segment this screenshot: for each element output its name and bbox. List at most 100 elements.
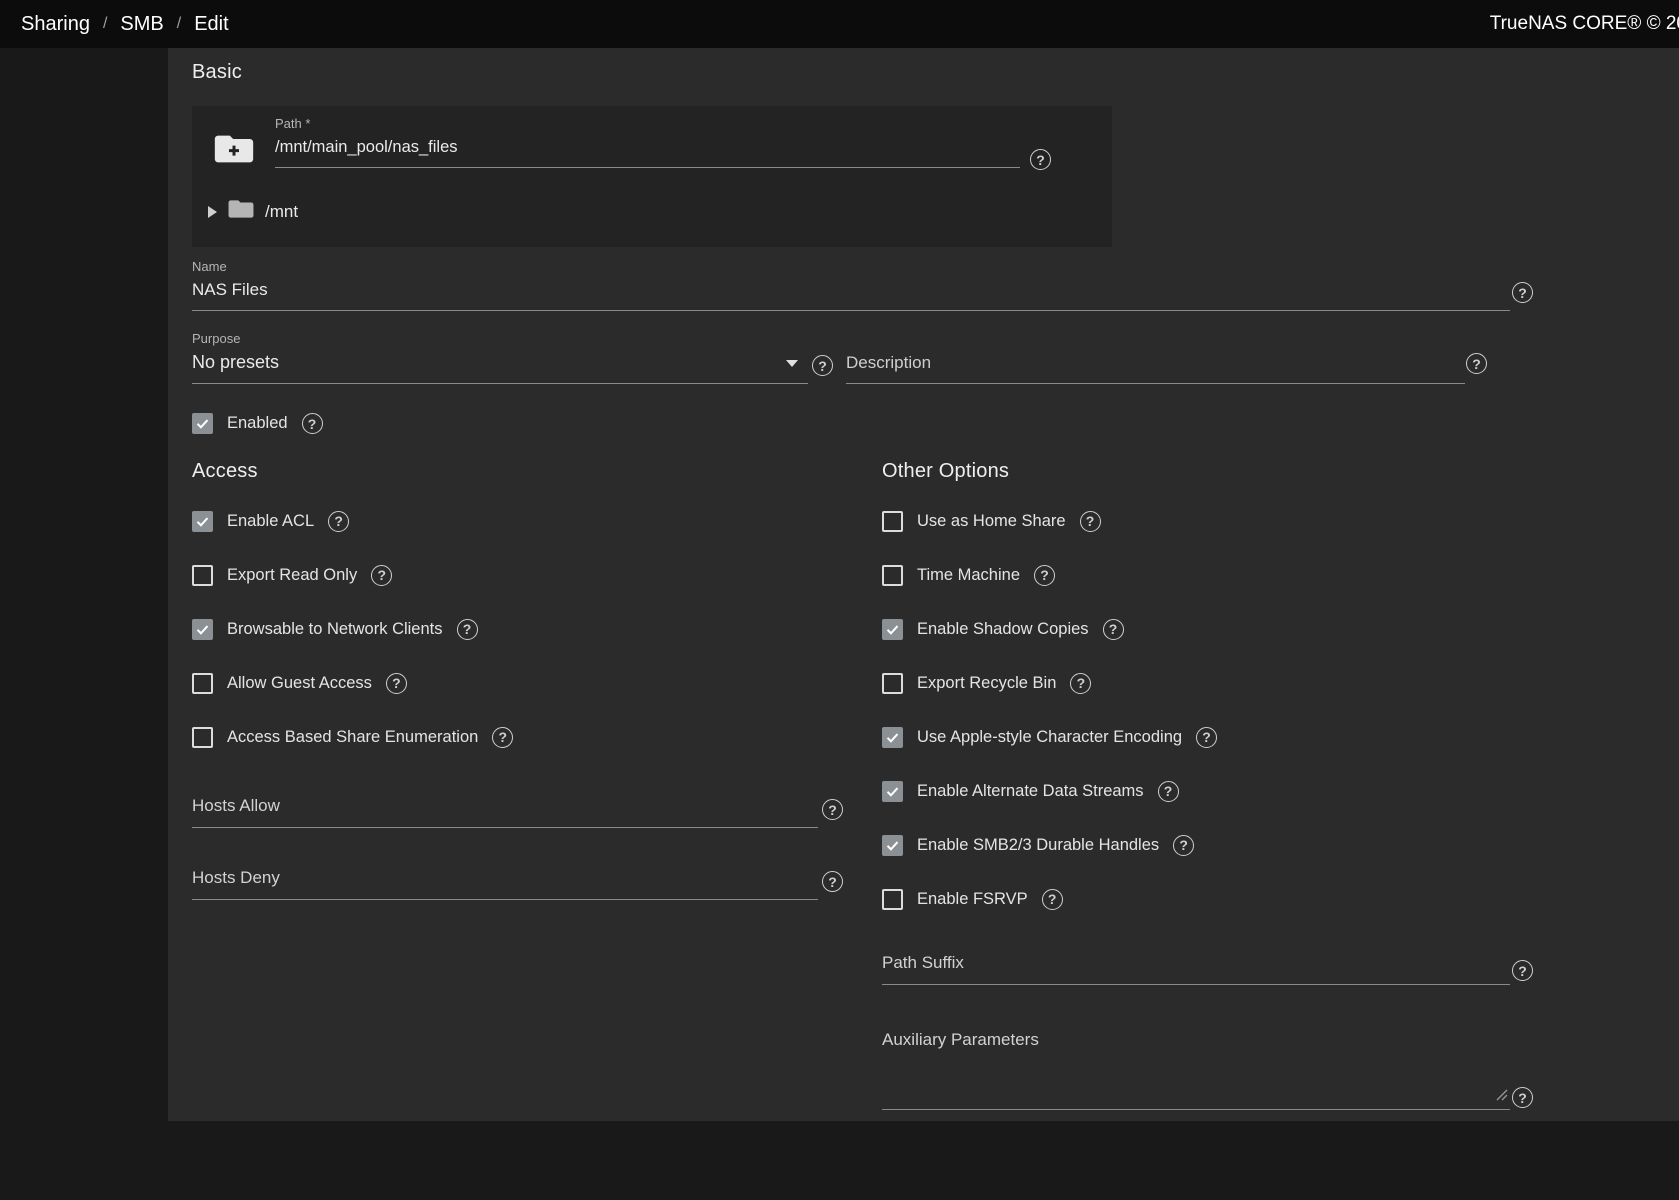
checkbox[interactable] (192, 619, 213, 640)
checkbox-row[interactable]: Export Recycle Bin? (882, 672, 1217, 694)
help-icon[interactable]: ? (812, 355, 833, 376)
path-value: /mnt/main_pool/nas_files (275, 138, 1020, 157)
checkbox-row[interactable]: Allow Guest Access? (192, 672, 513, 694)
checkbox-label: Use Apple-style Character Encoding (917, 728, 1182, 747)
checkbox-row[interactable]: Use Apple-style Character Encoding? (882, 726, 1217, 748)
enabled-checkbox[interactable] (192, 413, 213, 434)
aux-params-textarea[interactable] (882, 1060, 1510, 1110)
enabled-row[interactable]: Enabled ? (192, 413, 323, 434)
checkbox-row[interactable]: Export Read Only? (192, 564, 513, 586)
access-checkbox-list: Enable ACL?Export Read Only?Browsable to… (192, 510, 513, 780)
checkbox-label: Enable SMB2/3 Durable Handles (917, 836, 1159, 855)
help-icon[interactable]: ? (328, 511, 349, 532)
hosts-deny-label: Hosts Deny (192, 868, 818, 888)
checkbox-row[interactable]: Time Machine? (882, 564, 1217, 586)
help-icon[interactable]: ? (822, 871, 843, 892)
name-field[interactable]: Name NAS Files (192, 259, 1510, 311)
brand-text: TrueNAS CORE® © 20 (1490, 0, 1679, 48)
breadcrumb: Sharing / SMB / Edit (21, 0, 229, 48)
checkbox-row[interactable]: Enable Shadow Copies? (882, 618, 1217, 640)
tree-node-label: /mnt (265, 202, 298, 222)
help-icon[interactable]: ? (822, 799, 843, 820)
breadcrumb-separator: / (177, 15, 181, 33)
breadcrumb-sharing[interactable]: Sharing (21, 13, 90, 36)
checkbox-label: Time Machine (917, 566, 1020, 585)
checkbox-row[interactable]: Enable ACL? (192, 510, 513, 532)
path-panel: Path * /mnt/main_pool/nas_files ? /mnt (192, 106, 1112, 247)
section-title-other-options: Other Options (882, 460, 1009, 483)
help-icon[interactable]: ? (1158, 781, 1179, 802)
help-icon[interactable]: ? (386, 673, 407, 694)
section-title-access: Access (192, 460, 258, 483)
checkbox[interactable] (192, 673, 213, 694)
path-field[interactable]: Path * /mnt/main_pool/nas_files (275, 116, 1020, 168)
path-suffix-label: Path Suffix (882, 953, 1510, 973)
help-icon[interactable]: ? (1070, 673, 1091, 694)
checkbox-row[interactable]: Enable Alternate Data Streams? (882, 780, 1217, 802)
checkbox[interactable] (882, 673, 903, 694)
name-value: NAS Files (192, 280, 1510, 300)
checkbox-row[interactable]: Browsable to Network Clients? (192, 618, 513, 640)
checkbox[interactable] (882, 835, 903, 856)
checkbox-label: Enable ACL (227, 512, 314, 531)
tree-node-mnt[interactable]: /mnt (208, 198, 298, 225)
help-icon[interactable]: ? (1512, 1087, 1533, 1108)
checkbox[interactable] (882, 565, 903, 586)
checkbox-row[interactable]: Enable FSRVP? (882, 888, 1217, 910)
path-suffix-field[interactable]: Path Suffix (882, 953, 1510, 985)
help-icon[interactable]: ? (1512, 282, 1533, 303)
help-icon[interactable]: ? (1196, 727, 1217, 748)
help-icon[interactable]: ? (1103, 619, 1124, 640)
top-bar: Sharing / SMB / Edit TrueNAS CORE® © 20 (0, 0, 1679, 48)
checkbox[interactable] (192, 511, 213, 532)
add-folder-icon (214, 132, 254, 171)
chevron-down-icon (786, 360, 798, 367)
checkbox-label: Enable Shadow Copies (917, 620, 1089, 639)
help-icon[interactable]: ? (457, 619, 478, 640)
description-field[interactable]: Description (846, 331, 1465, 384)
resize-handle-icon[interactable] (1496, 1088, 1508, 1106)
checkbox-label: Use as Home Share (917, 512, 1066, 531)
enabled-label: Enabled (227, 414, 288, 433)
checkbox-label: Export Read Only (227, 566, 357, 585)
breadcrumb-smb[interactable]: SMB (120, 13, 163, 36)
checkbox-label: Enable FSRVP (917, 890, 1028, 909)
help-icon[interactable]: ? (302, 413, 323, 434)
folder-icon (228, 198, 254, 225)
help-icon[interactable]: ? (1466, 353, 1487, 374)
hosts-allow-field[interactable]: Hosts Allow (192, 796, 818, 828)
checkbox[interactable] (882, 619, 903, 640)
help-icon[interactable]: ? (1030, 149, 1051, 170)
checkbox[interactable] (192, 565, 213, 586)
help-icon[interactable]: ? (1034, 565, 1055, 586)
purpose-value: No presets (192, 352, 808, 373)
other-options-checkbox-list: Use as Home Share?Time Machine?Enable Sh… (882, 510, 1217, 942)
path-label: Path * (275, 116, 1020, 131)
description-placeholder: Description (846, 353, 1465, 373)
help-icon[interactable]: ? (1080, 511, 1101, 532)
checkbox[interactable] (192, 727, 213, 748)
checkbox[interactable] (882, 781, 903, 802)
purpose-select[interactable]: Purpose No presets (192, 331, 808, 384)
help-icon[interactable]: ? (1173, 835, 1194, 856)
section-title-basic: Basic (192, 61, 242, 84)
checkbox-label: Browsable to Network Clients (227, 620, 443, 639)
breadcrumb-separator: / (103, 15, 107, 33)
expander-icon[interactable] (208, 206, 217, 218)
help-icon[interactable]: ? (371, 565, 392, 586)
checkbox[interactable] (882, 889, 903, 910)
smb-form-card: Basic Path * /mnt/main_pool/nas_files ? (168, 48, 1679, 1121)
help-icon[interactable]: ? (492, 727, 513, 748)
hosts-deny-field[interactable]: Hosts Deny (192, 868, 818, 900)
checkbox-row[interactable]: Enable SMB2/3 Durable Handles? (882, 834, 1217, 856)
checkbox[interactable] (882, 511, 903, 532)
checkbox-row[interactable]: Use as Home Share? (882, 510, 1217, 532)
checkbox-label: Export Recycle Bin (917, 674, 1056, 693)
help-icon[interactable]: ? (1512, 960, 1533, 981)
smb-edit-page: Sharing / SMB / Edit TrueNAS CORE® © 20 … (0, 0, 1679, 1200)
checkbox-label: Access Based Share Enumeration (227, 728, 478, 747)
help-icon[interactable]: ? (1042, 889, 1063, 910)
checkbox-label: Allow Guest Access (227, 674, 372, 693)
checkbox-row[interactable]: Access Based Share Enumeration? (192, 726, 513, 748)
checkbox[interactable] (882, 727, 903, 748)
